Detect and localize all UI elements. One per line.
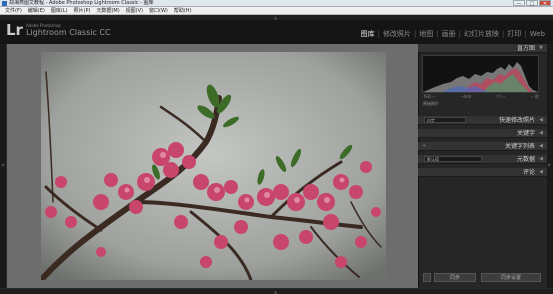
module-print[interactable]: 打印 bbox=[505, 29, 523, 39]
menu-bar: 文件(F) 编辑(E) 图库(L) 照片(P) 元数据(M) 视图(V) 窗口(… bbox=[0, 7, 553, 15]
expand-filmstrip-icon[interactable]: ▲ bbox=[274, 289, 277, 294]
keyword-list-header[interactable]: + 关键字列表 ◀ bbox=[418, 142, 547, 151]
quick-develop-header[interactable]: 自定 快速修改照片 ◀ bbox=[418, 116, 547, 125]
collapse-triangle-icon[interactable]: ▼ bbox=[539, 44, 543, 53]
metadata-title: 元数据 bbox=[516, 156, 535, 163]
add-keyword-icon[interactable]: + bbox=[422, 142, 426, 151]
collapse-triangle-icon[interactable]: ◀ bbox=[539, 168, 543, 177]
shutter-readout: -- 秒 bbox=[530, 94, 539, 99]
module-develop[interactable]: 修改照片 bbox=[381, 29, 413, 39]
module-picker: 图库 | 修改照片 | 地图 | 画册 | 幻灯片放映 | 打印 | Web bbox=[359, 29, 547, 39]
window-controls: — □ ✕ bbox=[513, 0, 551, 7]
filmstrip-toggle-bar[interactable]: ▲ bbox=[0, 288, 553, 294]
sync-settings-button[interactable]: 同步设置 bbox=[481, 273, 541, 282]
sync-toggle-switch[interactable] bbox=[423, 273, 431, 282]
product-name: Lightroom Classic CC bbox=[26, 28, 111, 37]
histogram-header[interactable]: 直方图 ▼ bbox=[418, 44, 547, 53]
maximize-button[interactable]: □ bbox=[526, 0, 538, 7]
right-panel-edge[interactable]: ▶ bbox=[547, 44, 553, 288]
quick-develop-title: 快速修改照片 bbox=[498, 117, 535, 124]
module-book[interactable]: 画册 bbox=[440, 29, 458, 39]
keywording-header[interactable]: 关键字 ◀ bbox=[418, 129, 547, 138]
menu-view[interactable]: 视图(V) bbox=[123, 7, 146, 14]
menu-window[interactable]: 窗口(W) bbox=[146, 7, 171, 14]
histogram-graph bbox=[422, 55, 539, 93]
expand-left-icon[interactable]: ◀ bbox=[1, 162, 4, 167]
collapse-triangle-icon[interactable]: ◀ bbox=[539, 155, 543, 164]
left-panel-collapsed[interactable]: ◀ bbox=[0, 44, 7, 288]
close-button[interactable]: ✕ bbox=[539, 0, 551, 7]
collapse-right-icon[interactable]: ▶ bbox=[548, 162, 551, 167]
module-library[interactable]: 图库 bbox=[359, 29, 377, 39]
histogram-svg bbox=[423, 62, 538, 92]
app-icon bbox=[2, 1, 7, 6]
photo-preview[interactable] bbox=[41, 52, 386, 280]
menu-library[interactable]: 图库(L) bbox=[48, 7, 71, 14]
title-bar: 郑海燕图文教程 - Adobe Photoshop Lightroom Clas… bbox=[0, 0, 553, 7]
menu-edit[interactable]: 编辑(E) bbox=[25, 7, 48, 14]
minimize-button[interactable]: — bbox=[513, 0, 525, 7]
histogram-title: 直方图 bbox=[516, 45, 535, 52]
focal-length-readout: --mm bbox=[460, 94, 472, 99]
sync-button[interactable]: 同步 bbox=[434, 273, 476, 282]
collapse-triangle-icon[interactable]: ◀ bbox=[539, 142, 543, 151]
metadata-preset-select[interactable]: 默认值 bbox=[424, 156, 482, 162]
histogram-info: ISO -- --mm f / -- -- 秒 bbox=[424, 94, 539, 100]
keyword-list-title: 关键字列表 bbox=[504, 143, 535, 150]
metadata-header[interactable]: 默认值 元数据 ◀ bbox=[418, 155, 547, 164]
menu-metadata[interactable]: 元数据(M) bbox=[93, 7, 122, 14]
collapse-triangle-icon[interactable]: ◀ bbox=[539, 129, 543, 138]
collapse-triangle-icon[interactable]: ◀ bbox=[539, 116, 543, 125]
module-map[interactable]: 地图 bbox=[417, 29, 435, 39]
module-web[interactable]: Web bbox=[528, 30, 547, 38]
menu-file[interactable]: 文件(F) bbox=[2, 7, 25, 14]
menu-photo[interactable]: 照片(P) bbox=[71, 7, 94, 14]
iso-readout: ISO -- bbox=[424, 94, 436, 99]
peach-blossom-image bbox=[41, 52, 386, 280]
comments-title: 评论 bbox=[522, 169, 535, 176]
aperture-readout: f / -- bbox=[497, 94, 506, 99]
menu-help[interactable]: 帮助(H) bbox=[171, 7, 195, 14]
original-photo-label: 原始照片 bbox=[423, 101, 439, 106]
comments-header[interactable]: 评论 ◀ bbox=[418, 168, 547, 177]
keywording-title: 关键字 bbox=[516, 130, 535, 137]
quick-develop-preset-select[interactable]: 自定 bbox=[424, 117, 466, 123]
lightroom-logo: Lr bbox=[6, 21, 23, 39]
module-slideshow[interactable]: 幻灯片放映 bbox=[462, 29, 501, 39]
window-title: 郑海燕图文教程 - Adobe Photoshop Lightroom Clas… bbox=[9, 0, 154, 6]
